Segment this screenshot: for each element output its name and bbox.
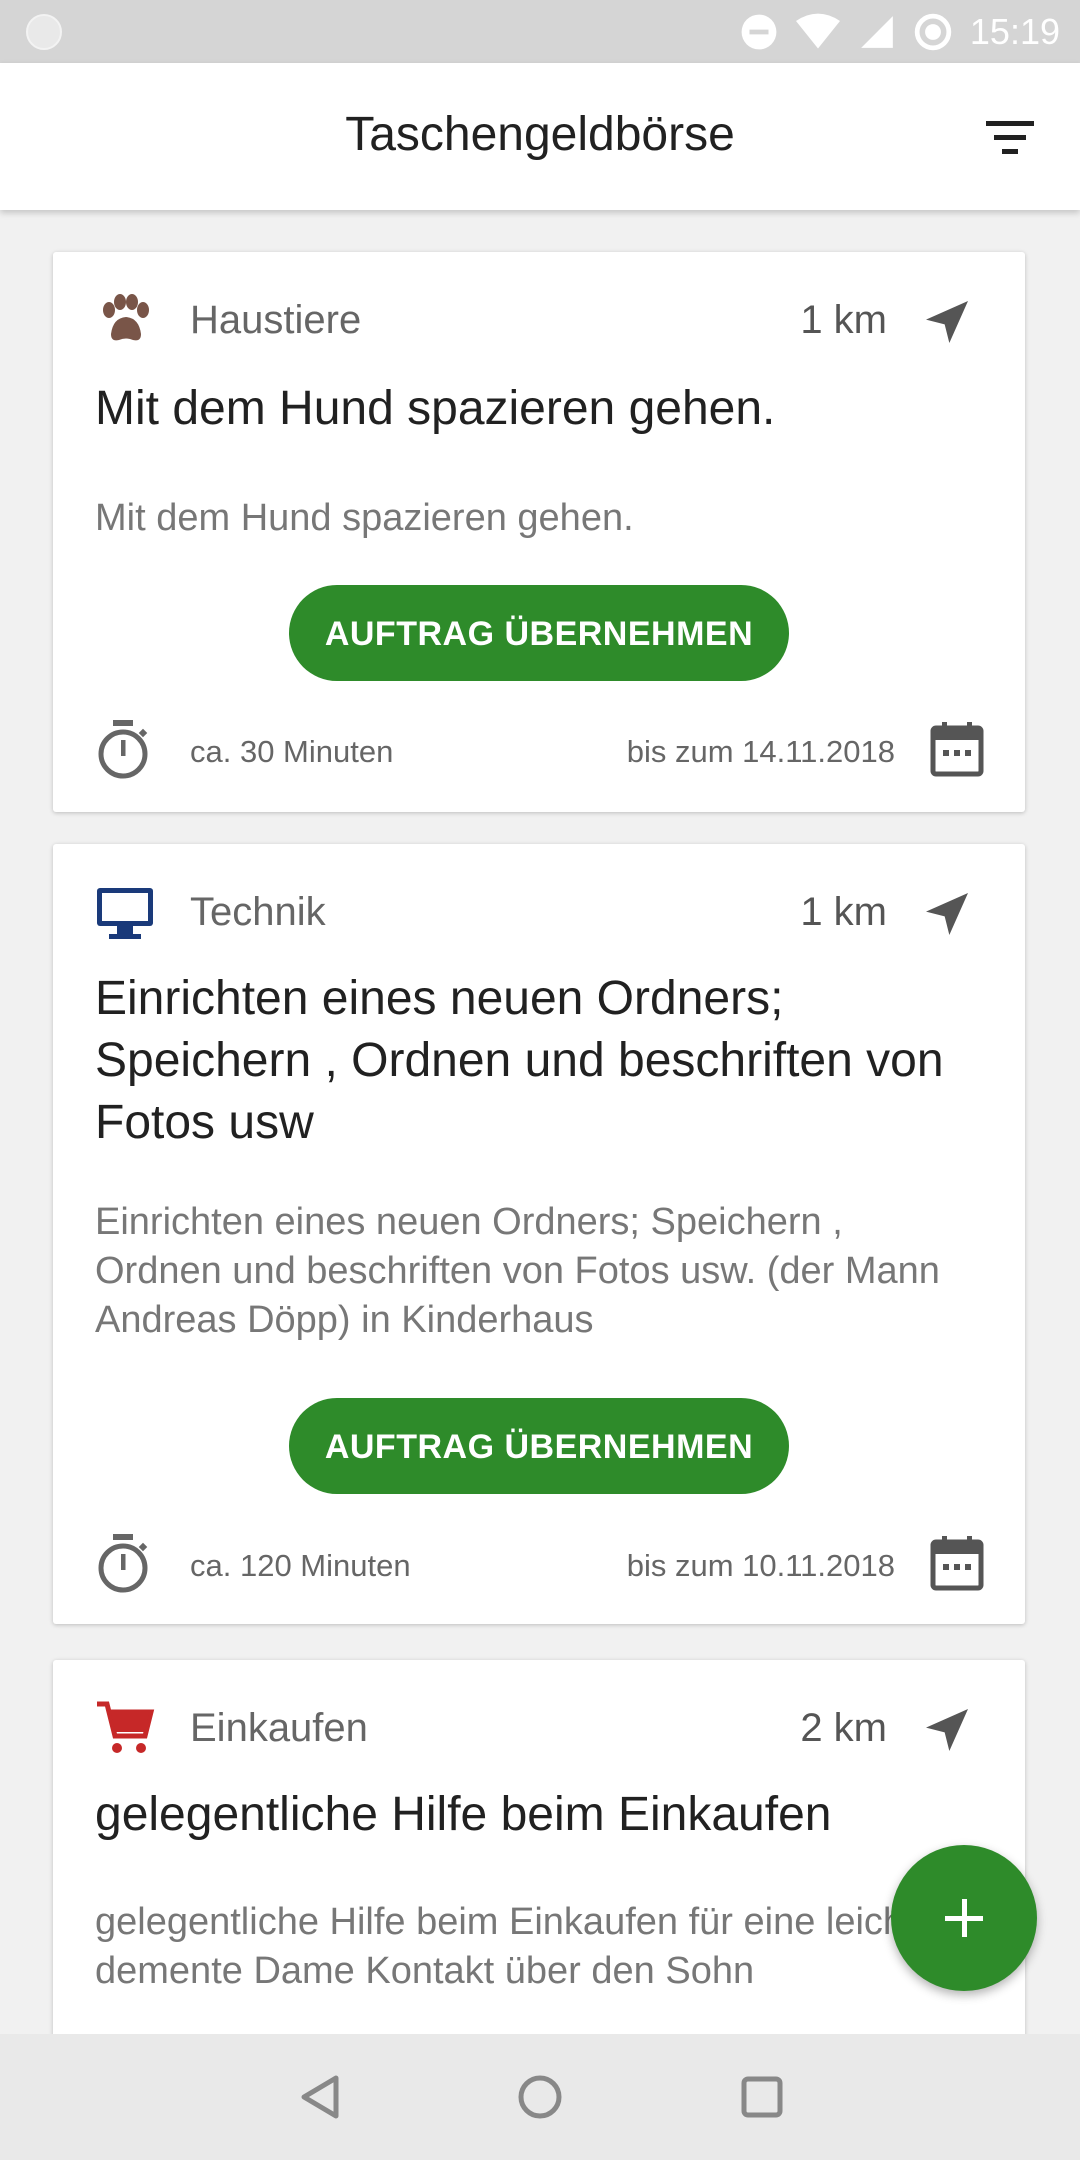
- card-header: Technik 1 km: [95, 882, 975, 942]
- add-job-button[interactable]: [891, 1845, 1037, 1991]
- accept-job-button[interactable]: AUFTRAG ÜBERNEHMEN: [289, 1398, 789, 1494]
- job-description: gelegentliche Hilfe beim Einkaufen für e…: [95, 1901, 915, 1992]
- category-label: Einkaufen: [190, 1706, 368, 1750]
- job-title: Mit dem Hund spazieren gehen.: [95, 382, 776, 435]
- navigation-arrow-icon[interactable]: [919, 886, 975, 942]
- signal-icon: [861, 15, 893, 48]
- job-description: Mit dem Hund spazieren gehen.: [95, 497, 634, 539]
- paw-icon: [103, 294, 149, 341]
- job-description: Einrichten eines neuen Ordners; Speicher…: [95, 1201, 940, 1341]
- home-icon[interactable]: [515, 2072, 565, 2122]
- card-footer: ca. 30 Minuten bis zum 14.11.2018: [95, 718, 985, 782]
- distance-label: 2 km: [800, 1706, 887, 1750]
- clock: 15:19: [969, 10, 1060, 52]
- page-title: Taschengeldbörse: [345, 108, 735, 161]
- calendar-icon: [930, 722, 984, 777]
- filter-icon: [986, 121, 1034, 154]
- job-title: gelegentliche Hilfe beim Einkaufen: [95, 1788, 832, 1841]
- timer-icon: [98, 1534, 148, 1593]
- cart-icon: [97, 1701, 155, 1753]
- recent-apps-icon[interactable]: [737, 2072, 787, 2122]
- status-bar: 15:19: [0, 0, 1080, 63]
- distance-label: 1 km: [800, 298, 887, 342]
- filter-button[interactable]: [980, 111, 1040, 165]
- monitor-icon: [97, 888, 153, 939]
- notification-dot-icon: [26, 14, 62, 50]
- do-not-disturb-icon: [741, 14, 777, 49]
- deadline-label: bis zum 14.11.2018: [626, 734, 895, 769]
- card-header: Haustiere 1 km: [95, 290, 975, 350]
- duration-label: ca. 30 Minuten: [190, 734, 394, 769]
- accept-job-button[interactable]: AUFTRAG ÜBERNEHMEN: [289, 585, 789, 681]
- job-card[interactable]: Technik 1 km Einrichten eines neuen Ordn…: [53, 844, 1025, 1624]
- job-card[interactable]: Haustiere 1 km Mit dem Hund spazieren ge…: [53, 252, 1025, 812]
- plus-icon: [945, 1899, 983, 1937]
- category-label: Technik: [190, 890, 326, 934]
- job-title: Einrichten eines neuen Ordners; Speicher…: [95, 972, 944, 1149]
- system-nav-bar: [0, 2034, 1080, 2160]
- navigation-arrow-icon[interactable]: [919, 1702, 975, 1758]
- job-card[interactable]: Einkaufen 2 km gelegentliche Hilfe beim …: [53, 1660, 1025, 2034]
- category-label: Haustiere: [190, 298, 362, 342]
- wifi-icon: [795, 13, 840, 48]
- distance-label: 1 km: [800, 890, 887, 934]
- back-icon[interactable]: [296, 2072, 346, 2122]
- duration-label: ca. 120 Minuten: [190, 1548, 411, 1583]
- calendar-icon: [930, 1536, 984, 1591]
- deadline-label: bis zum 10.11.2018: [626, 1548, 895, 1583]
- job-list[interactable]: Haustiere 1 km Mit dem Hund spazieren ge…: [0, 210, 1080, 2034]
- timer-icon: [98, 720, 148, 779]
- sync-icon: [914, 13, 952, 50]
- card-header: Einkaufen 2 km: [95, 1698, 975, 1758]
- status-icons: 15:19: [740, 0, 1060, 63]
- card-footer: ca. 120 Minuten bis zum 10.11.2018: [95, 1532, 985, 1596]
- app-bar: Taschengeldbörse: [0, 63, 1080, 210]
- navigation-arrow-icon[interactable]: [919, 294, 975, 350]
